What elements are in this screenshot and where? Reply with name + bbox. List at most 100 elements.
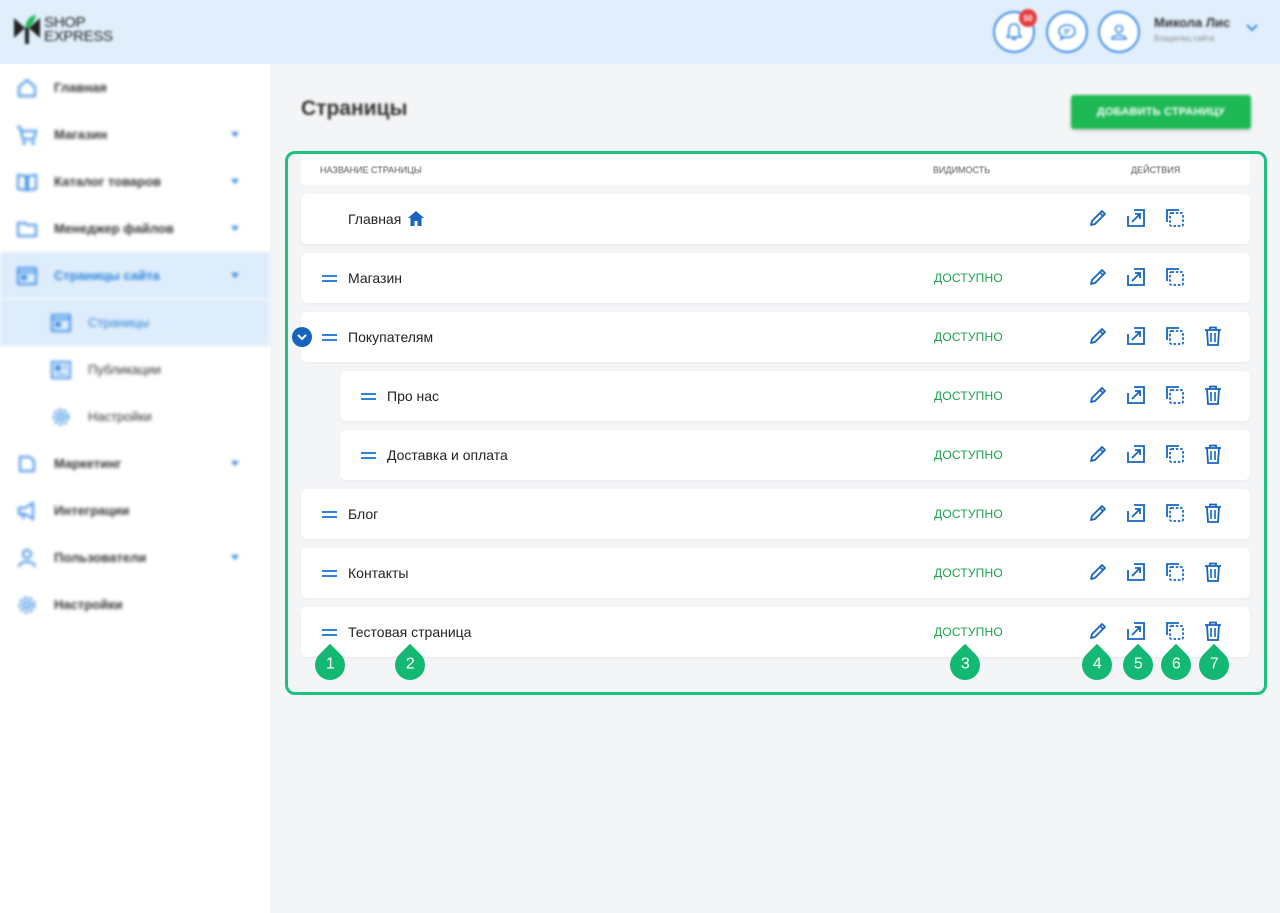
- open-page-icon[interactable]: [1125, 502, 1147, 524]
- sidebar-item-label: Страницы сайта: [54, 268, 160, 283]
- copy-icon[interactable]: [1164, 266, 1186, 288]
- chevron-down-icon: [231, 461, 239, 466]
- column-header-actions: ДЕЙСТВИЯ: [1131, 165, 1181, 175]
- notification-badge: 50: [1019, 9, 1037, 27]
- table-header: НАЗВАНИЕ СТРАНИЦЫ ВИДИМОСТЬ ДЕЙСТВИЯ: [301, 155, 1250, 185]
- chevron-down-icon: [231, 273, 239, 278]
- edit-icon[interactable]: [1087, 561, 1109, 583]
- browser-icon: [17, 266, 37, 285]
- drag-handle-icon[interactable]: [322, 334, 337, 341]
- notifications-button[interactable]: 50: [993, 9, 1037, 53]
- open-page-icon[interactable]: [1125, 443, 1147, 465]
- sidebar-item-label: Пользователи: [54, 550, 147, 565]
- sidebar-item-users[interactable]: Пользователи: [0, 534, 270, 581]
- chevron-down-icon: [231, 179, 239, 184]
- open-page-icon[interactable]: [1125, 561, 1147, 583]
- page-name[interactable]: Магазин: [348, 270, 402, 286]
- drag-handle-icon[interactable]: [322, 511, 337, 518]
- delete-icon[interactable]: [1202, 620, 1224, 642]
- page-name[interactable]: Блог: [348, 506, 378, 522]
- open-page-icon[interactable]: [1125, 384, 1147, 406]
- column-header-name: НАЗВАНИЕ СТРАНИЦЫ: [320, 165, 422, 175]
- copy-icon[interactable]: [1164, 620, 1186, 642]
- drag-handle-icon[interactable]: [361, 452, 376, 459]
- sidebar: Главная Магазин Каталог товаров Менеджер…: [0, 64, 270, 913]
- edit-icon[interactable]: [1087, 325, 1109, 347]
- visibility-status: ДОСТУПНО: [934, 330, 1003, 344]
- open-page-icon[interactable]: [1125, 207, 1147, 229]
- messages-button[interactable]: [1046, 11, 1088, 53]
- users-icon: [18, 548, 36, 567]
- expand-toggle-button[interactable]: [292, 327, 312, 347]
- edit-icon[interactable]: [1087, 620, 1109, 642]
- chevron-down-icon: [231, 555, 239, 560]
- marker-number: 4: [1092, 656, 1102, 673]
- user-name: Микола Лис: [1154, 15, 1231, 30]
- page-name[interactable]: Тестовая страница: [348, 624, 471, 640]
- column-header-visibility: ВИДИМОСТЬ: [933, 165, 991, 175]
- open-page-icon[interactable]: [1125, 620, 1147, 642]
- home-icon: [408, 211, 424, 226]
- table-row[interactable]: Про нас: [340, 371, 1250, 421]
- edit-icon[interactable]: [1087, 384, 1109, 406]
- open-page-icon[interactable]: [1125, 266, 1147, 288]
- gear-icon: [52, 408, 70, 425]
- sidebar-item-pages-settings[interactable]: Настройки: [0, 393, 270, 440]
- page-name[interactable]: Про нас: [387, 388, 439, 404]
- edit-icon[interactable]: [1087, 207, 1109, 229]
- marker-number: 1: [325, 656, 335, 673]
- sidebar-item-label: Маркетинг: [54, 456, 122, 471]
- edit-icon[interactable]: [1087, 443, 1109, 465]
- delete-icon[interactable]: [1202, 443, 1224, 465]
- table-row[interactable]: Доставка и оплата: [340, 430, 1250, 480]
- delete-icon[interactable]: [1202, 325, 1224, 347]
- sidebar-item-label: Магазин: [54, 127, 108, 142]
- sidebar-item-settings[interactable]: Настройки: [0, 581, 270, 628]
- page-name[interactable]: Покупателям: [348, 329, 433, 345]
- copy-icon[interactable]: [1164, 207, 1186, 229]
- sidebar-item-label: Менеджер файлов: [54, 221, 174, 236]
- sidebar-item-catalog[interactable]: Каталог товаров: [0, 158, 270, 205]
- user-info[interactable]: Микола Лис Владелец сайта: [1154, 15, 1230, 43]
- sidebar-item-label: Публикации: [88, 362, 161, 377]
- edit-icon[interactable]: [1087, 502, 1109, 524]
- marker-number: 5: [1133, 656, 1143, 673]
- drag-handle-icon[interactable]: [322, 629, 337, 636]
- open-page-icon[interactable]: [1125, 325, 1147, 347]
- sidebar-item-shop[interactable]: Магазин: [0, 111, 270, 158]
- sidebar-item-site-pages[interactable]: Страницы сайта: [0, 252, 270, 299]
- page-name[interactable]: Главная: [348, 211, 401, 227]
- visibility-status: ДОСТУПНО: [934, 448, 1003, 462]
- sidebar-item-label: Каталог товаров: [54, 174, 162, 189]
- delete-icon[interactable]: [1202, 502, 1224, 524]
- edit-icon[interactable]: [1087, 266, 1109, 288]
- logo-leaf-icon: [14, 15, 40, 44]
- copy-icon[interactable]: [1164, 502, 1186, 524]
- chevron-down-icon[interactable]: [1246, 24, 1258, 32]
- copy-icon[interactable]: [1164, 325, 1186, 347]
- delete-icon[interactable]: [1202, 561, 1224, 583]
- page-name[interactable]: Контакты: [348, 565, 408, 581]
- copy-icon[interactable]: [1164, 561, 1186, 583]
- sidebar-item-marketing[interactable]: Маркетинг: [0, 440, 270, 487]
- user-avatar-button[interactable]: [1098, 11, 1140, 53]
- marker-number: 7: [1209, 656, 1219, 673]
- chevron-down-icon: [297, 333, 307, 340]
- sidebar-item-home[interactable]: Главная: [0, 64, 270, 111]
- drag-handle-icon[interactable]: [361, 393, 376, 400]
- copy-icon[interactable]: [1164, 384, 1186, 406]
- sidebar-item-pages[interactable]: Страницы: [0, 299, 270, 346]
- drag-handle-icon[interactable]: [322, 570, 337, 577]
- sidebar-item-file-manager[interactable]: Менеджер файлов: [0, 205, 270, 252]
- page-name[interactable]: Доставка и оплата: [387, 447, 508, 463]
- copy-icon[interactable]: [1164, 443, 1186, 465]
- logo[interactable]: SHOP EXPRESS: [12, 14, 113, 46]
- chat-icon: [1058, 24, 1076, 41]
- visibility-status: ДОСТУПНО: [934, 271, 1003, 285]
- marker-number: 6: [1171, 656, 1181, 673]
- delete-icon[interactable]: [1202, 384, 1224, 406]
- add-page-button[interactable]: ДОБАВИТЬ СТРАНИЦУ: [1071, 95, 1251, 129]
- sidebar-item-publications[interactable]: Публикации: [0, 346, 270, 393]
- drag-handle-icon[interactable]: [322, 275, 337, 282]
- sidebar-item-integrations[interactable]: Интеграции: [0, 487, 270, 534]
